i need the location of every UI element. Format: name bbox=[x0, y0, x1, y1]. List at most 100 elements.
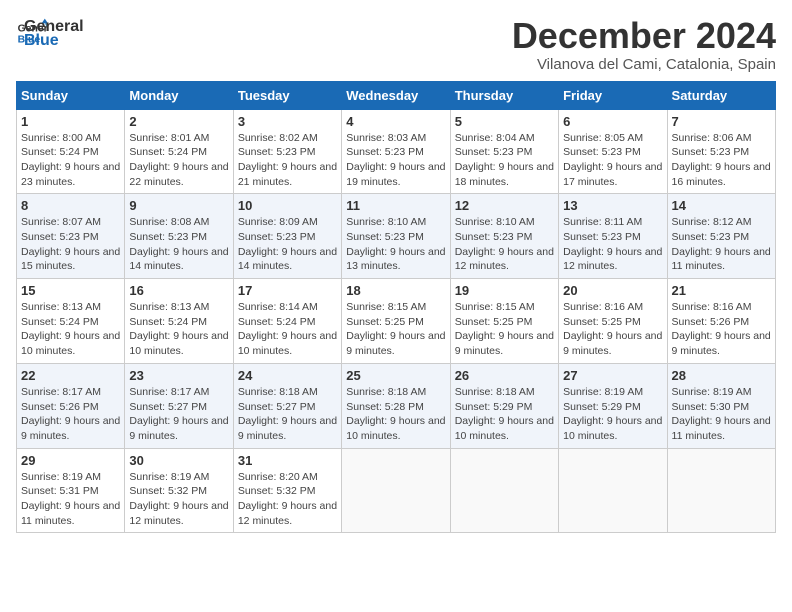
day-info: Sunrise: 8:09 AM Sunset: 5:23 PM Dayligh… bbox=[238, 215, 337, 274]
day-info: Sunrise: 8:17 AM Sunset: 5:27 PM Dayligh… bbox=[129, 385, 228, 444]
day-number: 2 bbox=[129, 114, 228, 129]
calendar-cell bbox=[667, 448, 775, 533]
calendar-cell: 12 Sunrise: 8:10 AM Sunset: 5:23 PM Dayl… bbox=[450, 194, 558, 279]
day-header-monday: Monday bbox=[125, 81, 233, 109]
day-number: 29 bbox=[21, 453, 120, 468]
day-info: Sunrise: 8:07 AM Sunset: 5:23 PM Dayligh… bbox=[21, 215, 120, 274]
day-number: 24 bbox=[238, 368, 337, 383]
day-info: Sunrise: 8:02 AM Sunset: 5:23 PM Dayligh… bbox=[238, 131, 337, 190]
day-number: 7 bbox=[672, 114, 771, 129]
day-info: Sunrise: 8:19 AM Sunset: 5:32 PM Dayligh… bbox=[129, 470, 228, 529]
day-number: 10 bbox=[238, 198, 337, 213]
calendar-cell: 9 Sunrise: 8:08 AM Sunset: 5:23 PM Dayli… bbox=[125, 194, 233, 279]
month-title: December 2024 bbox=[512, 16, 776, 56]
calendar-cell: 23 Sunrise: 8:17 AM Sunset: 5:27 PM Dayl… bbox=[125, 363, 233, 448]
day-header-thursday: Thursday bbox=[450, 81, 558, 109]
day-info: Sunrise: 8:15 AM Sunset: 5:25 PM Dayligh… bbox=[346, 300, 445, 359]
calendar-week-row: 29 Sunrise: 8:19 AM Sunset: 5:31 PM Dayl… bbox=[17, 448, 776, 533]
day-number: 8 bbox=[21, 198, 120, 213]
calendar-cell: 26 Sunrise: 8:18 AM Sunset: 5:29 PM Dayl… bbox=[450, 363, 558, 448]
day-info: Sunrise: 8:19 AM Sunset: 5:31 PM Dayligh… bbox=[21, 470, 120, 529]
day-info: Sunrise: 8:18 AM Sunset: 5:28 PM Dayligh… bbox=[346, 385, 445, 444]
calendar-cell: 30 Sunrise: 8:19 AM Sunset: 5:32 PM Dayl… bbox=[125, 448, 233, 533]
day-number: 23 bbox=[129, 368, 228, 383]
calendar-cell: 17 Sunrise: 8:14 AM Sunset: 5:24 PM Dayl… bbox=[233, 279, 341, 364]
day-header-wednesday: Wednesday bbox=[342, 81, 450, 109]
calendar-cell: 16 Sunrise: 8:13 AM Sunset: 5:24 PM Dayl… bbox=[125, 279, 233, 364]
calendar-header-row: SundayMondayTuesdayWednesdayThursdayFrid… bbox=[17, 81, 776, 109]
day-info: Sunrise: 8:18 AM Sunset: 5:27 PM Dayligh… bbox=[238, 385, 337, 444]
title-area: December 2024 Vilanova del Cami, Catalon… bbox=[512, 16, 776, 73]
calendar-cell: 14 Sunrise: 8:12 AM Sunset: 5:23 PM Dayl… bbox=[667, 194, 775, 279]
location-subtitle: Vilanova del Cami, Catalonia, Spain bbox=[512, 56, 776, 73]
day-info: Sunrise: 8:10 AM Sunset: 5:23 PM Dayligh… bbox=[346, 215, 445, 274]
calendar-cell: 25 Sunrise: 8:18 AM Sunset: 5:28 PM Dayl… bbox=[342, 363, 450, 448]
calendar-cell: 4 Sunrise: 8:03 AM Sunset: 5:23 PM Dayli… bbox=[342, 109, 450, 194]
day-info: Sunrise: 8:04 AM Sunset: 5:23 PM Dayligh… bbox=[455, 131, 554, 190]
calendar-cell: 24 Sunrise: 8:18 AM Sunset: 5:27 PM Dayl… bbox=[233, 363, 341, 448]
day-info: Sunrise: 8:17 AM Sunset: 5:26 PM Dayligh… bbox=[21, 385, 120, 444]
day-info: Sunrise: 8:05 AM Sunset: 5:23 PM Dayligh… bbox=[563, 131, 662, 190]
day-number: 16 bbox=[129, 283, 228, 298]
calendar-cell: 19 Sunrise: 8:15 AM Sunset: 5:25 PM Dayl… bbox=[450, 279, 558, 364]
calendar-cell: 2 Sunrise: 8:01 AM Sunset: 5:24 PM Dayli… bbox=[125, 109, 233, 194]
day-info: Sunrise: 8:01 AM Sunset: 5:24 PM Dayligh… bbox=[129, 131, 228, 190]
day-number: 27 bbox=[563, 368, 662, 383]
calendar-cell: 6 Sunrise: 8:05 AM Sunset: 5:23 PM Dayli… bbox=[559, 109, 667, 194]
day-number: 31 bbox=[238, 453, 337, 468]
day-number: 3 bbox=[238, 114, 337, 129]
day-info: Sunrise: 8:11 AM Sunset: 5:23 PM Dayligh… bbox=[563, 215, 662, 274]
day-info: Sunrise: 8:13 AM Sunset: 5:24 PM Dayligh… bbox=[129, 300, 228, 359]
day-number: 25 bbox=[346, 368, 445, 383]
calendar-cell: 27 Sunrise: 8:19 AM Sunset: 5:29 PM Dayl… bbox=[559, 363, 667, 448]
day-info: Sunrise: 8:15 AM Sunset: 5:25 PM Dayligh… bbox=[455, 300, 554, 359]
day-info: Sunrise: 8:03 AM Sunset: 5:23 PM Dayligh… bbox=[346, 131, 445, 190]
calendar-cell: 3 Sunrise: 8:02 AM Sunset: 5:23 PM Dayli… bbox=[233, 109, 341, 194]
calendar-cell: 5 Sunrise: 8:04 AM Sunset: 5:23 PM Dayli… bbox=[450, 109, 558, 194]
day-number: 20 bbox=[563, 283, 662, 298]
logo: General Blue General Blue bbox=[16, 16, 84, 50]
day-number: 13 bbox=[563, 198, 662, 213]
calendar-cell: 31 Sunrise: 8:20 AM Sunset: 5:32 PM Dayl… bbox=[233, 448, 341, 533]
day-header-tuesday: Tuesday bbox=[233, 81, 341, 109]
day-number: 18 bbox=[346, 283, 445, 298]
day-number: 9 bbox=[129, 198, 228, 213]
day-number: 19 bbox=[455, 283, 554, 298]
calendar-week-row: 15 Sunrise: 8:13 AM Sunset: 5:24 PM Dayl… bbox=[17, 279, 776, 364]
day-number: 12 bbox=[455, 198, 554, 213]
day-info: Sunrise: 8:18 AM Sunset: 5:29 PM Dayligh… bbox=[455, 385, 554, 444]
calendar-cell bbox=[559, 448, 667, 533]
calendar-cell: 21 Sunrise: 8:16 AM Sunset: 5:26 PM Dayl… bbox=[667, 279, 775, 364]
calendar-table: SundayMondayTuesdayWednesdayThursdayFrid… bbox=[16, 81, 776, 534]
calendar-cell: 29 Sunrise: 8:19 AM Sunset: 5:31 PM Dayl… bbox=[17, 448, 125, 533]
day-info: Sunrise: 8:19 AM Sunset: 5:29 PM Dayligh… bbox=[563, 385, 662, 444]
logo-line2: Blue bbox=[24, 32, 59, 50]
calendar-cell: 11 Sunrise: 8:10 AM Sunset: 5:23 PM Dayl… bbox=[342, 194, 450, 279]
day-number: 22 bbox=[21, 368, 120, 383]
calendar-week-row: 8 Sunrise: 8:07 AM Sunset: 5:23 PM Dayli… bbox=[17, 194, 776, 279]
day-header-friday: Friday bbox=[559, 81, 667, 109]
day-info: Sunrise: 8:20 AM Sunset: 5:32 PM Dayligh… bbox=[238, 470, 337, 529]
day-info: Sunrise: 8:12 AM Sunset: 5:23 PM Dayligh… bbox=[672, 215, 771, 274]
day-number: 5 bbox=[455, 114, 554, 129]
day-info: Sunrise: 8:06 AM Sunset: 5:23 PM Dayligh… bbox=[672, 131, 771, 190]
day-number: 4 bbox=[346, 114, 445, 129]
calendar-cell: 13 Sunrise: 8:11 AM Sunset: 5:23 PM Dayl… bbox=[559, 194, 667, 279]
day-info: Sunrise: 8:13 AM Sunset: 5:24 PM Dayligh… bbox=[21, 300, 120, 359]
day-number: 1 bbox=[21, 114, 120, 129]
header: General Blue General Blue December 2024 … bbox=[16, 16, 776, 73]
calendar-cell: 15 Sunrise: 8:13 AM Sunset: 5:24 PM Dayl… bbox=[17, 279, 125, 364]
day-info: Sunrise: 8:16 AM Sunset: 5:26 PM Dayligh… bbox=[672, 300, 771, 359]
day-info: Sunrise: 8:00 AM Sunset: 5:24 PM Dayligh… bbox=[21, 131, 120, 190]
day-info: Sunrise: 8:08 AM Sunset: 5:23 PM Dayligh… bbox=[129, 215, 228, 274]
day-number: 6 bbox=[563, 114, 662, 129]
calendar-cell: 1 Sunrise: 8:00 AM Sunset: 5:24 PM Dayli… bbox=[17, 109, 125, 194]
day-header-saturday: Saturday bbox=[667, 81, 775, 109]
calendar-cell: 22 Sunrise: 8:17 AM Sunset: 5:26 PM Dayl… bbox=[17, 363, 125, 448]
day-info: Sunrise: 8:10 AM Sunset: 5:23 PM Dayligh… bbox=[455, 215, 554, 274]
calendar-cell: 10 Sunrise: 8:09 AM Sunset: 5:23 PM Dayl… bbox=[233, 194, 341, 279]
day-number: 15 bbox=[21, 283, 120, 298]
calendar-cell: 18 Sunrise: 8:15 AM Sunset: 5:25 PM Dayl… bbox=[342, 279, 450, 364]
calendar-cell: 28 Sunrise: 8:19 AM Sunset: 5:30 PM Dayl… bbox=[667, 363, 775, 448]
calendar-cell: 20 Sunrise: 8:16 AM Sunset: 5:25 PM Dayl… bbox=[559, 279, 667, 364]
